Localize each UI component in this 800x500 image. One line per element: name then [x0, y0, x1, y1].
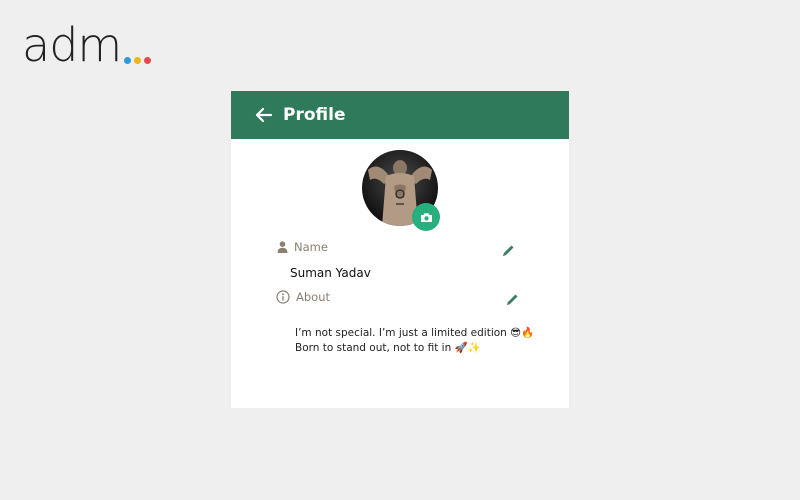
name-label: Name — [277, 240, 328, 254]
about-line-1: I’m not special. I’m just a limited edit… — [295, 327, 535, 339]
camera-icon — [420, 212, 432, 222]
name-label-text: Name — [294, 240, 328, 254]
logo-dot-blue — [124, 57, 132, 64]
person-icon — [277, 241, 288, 253]
about-label: About — [276, 290, 330, 304]
page-title: Profile — [283, 105, 346, 125]
pencil-icon — [507, 294, 518, 305]
change-photo-button[interactable] — [412, 203, 440, 231]
about-label-text: About — [296, 290, 331, 304]
logo-dot-red — [144, 57, 152, 64]
arrow-left-icon — [255, 107, 273, 123]
back-button[interactable] — [252, 103, 276, 127]
logo-dots — [124, 57, 152, 64]
logo-dot-yellow — [134, 57, 142, 64]
app-bar: Profile — [231, 91, 569, 139]
edit-name-button[interactable] — [500, 243, 516, 259]
about-value: I’m not special. I’m just a limited edit… — [295, 326, 534, 356]
profile-card: Profile Name Suman Yadav About I’m not s… — [231, 91, 569, 408]
about-line-2: Born to stand out, not to fit in 🚀✨ — [295, 342, 481, 354]
avatar-container — [362, 150, 440, 231]
pencil-icon — [503, 245, 514, 256]
info-icon — [276, 290, 290, 304]
name-value: Suman Yadav — [290, 266, 371, 280]
brand-logo: adm — [22, 18, 152, 72]
edit-about-button[interactable] — [504, 292, 520, 308]
logo-text: adm — [22, 18, 122, 72]
